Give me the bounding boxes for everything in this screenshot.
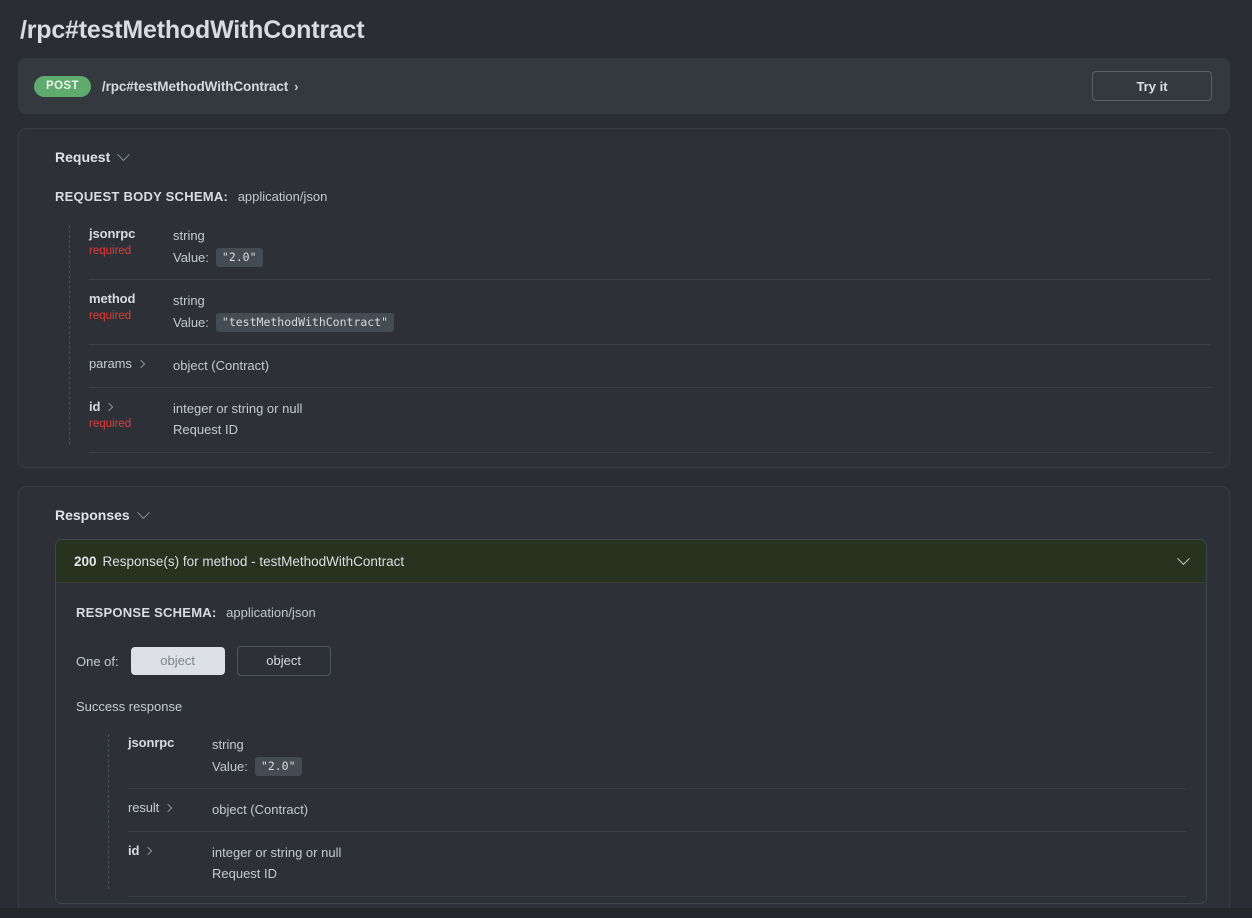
field-name-cell: jsonrpc required bbox=[89, 225, 173, 257]
table-row[interactable]: result object (Contract) bbox=[128, 789, 1186, 832]
status-text: Response(s) for method - testMethodWithC… bbox=[102, 553, 405, 569]
chevron-right-icon[interactable] bbox=[144, 846, 153, 856]
response-status-bar[interactable]: 200 Response(s) for method - testMethodW… bbox=[56, 540, 1206, 583]
field-name-cell[interactable]: id required bbox=[89, 398, 173, 430]
field-body: object (Contract) bbox=[212, 799, 1186, 819]
field-required: required bbox=[89, 418, 132, 430]
request-fields: jsonrpc required string Value: "2.0" met… bbox=[69, 221, 1211, 453]
endpoint-bar: POST /rpc#testMethodWithContract › Try i… bbox=[18, 58, 1230, 114]
table-row[interactable]: id required integer or string or null Re… bbox=[89, 388, 1211, 453]
field-name: params bbox=[89, 356, 132, 371]
field-value-line: Value: "testMethodWithContract" bbox=[173, 313, 1211, 332]
field-name-cell[interactable]: result bbox=[128, 799, 212, 817]
table-row[interactable]: id integer or string or null Request ID bbox=[128, 832, 1186, 897]
response-schema-label: RESPONSE SCHEMA: bbox=[76, 605, 217, 620]
request-schema-value: application/json bbox=[237, 189, 328, 204]
response-200-block: 200 Response(s) for method - testMethodW… bbox=[55, 539, 1207, 904]
field-name: jsonrpc bbox=[128, 735, 175, 750]
endpoint-path: /rpc#testMethodWithContract bbox=[101, 78, 289, 94]
request-card: Request REQUEST BODY SCHEMA: application… bbox=[18, 128, 1230, 468]
chevron-right-icon[interactable] bbox=[105, 402, 114, 412]
responses-card: Responses 200 Response(s) for method - t… bbox=[18, 486, 1230, 918]
page-title: /rpc#testMethodWithContract bbox=[20, 16, 365, 44]
api-doc-page: /rpc#testMethodWithContract POST /rpc#te… bbox=[0, 0, 1252, 918]
try-it-button[interactable]: Try it bbox=[1092, 71, 1212, 101]
field-type: integer or string or null bbox=[212, 845, 342, 860]
field-value-line: Value: "2.0" bbox=[173, 248, 1211, 267]
field-body: object (Contract) bbox=[173, 355, 1211, 375]
chevron-down-icon[interactable] bbox=[1177, 551, 1190, 565]
response-description: Success response bbox=[76, 699, 183, 714]
field-name: jsonrpc bbox=[89, 226, 136, 241]
field-type: string bbox=[173, 293, 205, 308]
field-value-label: Value: bbox=[173, 315, 209, 330]
chevron-right-icon[interactable] bbox=[136, 359, 145, 369]
bottom-strip bbox=[0, 908, 1252, 918]
field-value-label: Value: bbox=[173, 250, 209, 265]
field-body: string Value: "2.0" bbox=[212, 734, 1186, 776]
one-of-tab-1[interactable]: object bbox=[236, 646, 331, 676]
field-value-line: Value: "2.0" bbox=[212, 757, 1186, 776]
response-fields: jsonrpc string Value: "2.0" result objec… bbox=[108, 730, 1186, 897]
field-value-chip: "2.0" bbox=[215, 248, 263, 267]
one-of-selector: One of: object object bbox=[76, 646, 1186, 676]
status-code: 200 bbox=[74, 553, 97, 569]
field-name: id bbox=[128, 843, 140, 858]
one-of-tab-0[interactable]: object bbox=[130, 647, 225, 675]
chevron-right-icon[interactable] bbox=[163, 803, 173, 813]
chevron-down-icon[interactable] bbox=[117, 147, 131, 161]
field-name-cell: method required bbox=[89, 290, 173, 322]
field-name-cell[interactable]: id bbox=[128, 842, 212, 860]
field-required: required bbox=[89, 245, 132, 257]
chevron-right-icon[interactable]: › bbox=[294, 79, 298, 94]
request-schema-label: REQUEST BODY SCHEMA: bbox=[55, 189, 229, 204]
http-method-badge: POST bbox=[34, 75, 91, 97]
field-body: string Value: "2.0" bbox=[173, 225, 1211, 267]
field-type: string bbox=[173, 228, 205, 243]
request-section-label: Request bbox=[55, 149, 111, 165]
field-type: object (Contract) bbox=[212, 802, 309, 817]
table-row: jsonrpc string Value: "2.0" bbox=[128, 730, 1186, 789]
field-body: integer or string or null Request ID bbox=[212, 842, 1186, 884]
chevron-down-icon[interactable] bbox=[136, 505, 150, 519]
field-value-label: Value: bbox=[212, 759, 248, 774]
field-value-chip: "2.0" bbox=[254, 757, 302, 776]
one-of-label: One of: bbox=[76, 653, 119, 669]
field-name-cell[interactable]: params bbox=[89, 355, 173, 373]
field-description: Request ID bbox=[173, 422, 239, 437]
field-description: Request ID bbox=[212, 866, 278, 881]
field-body: integer or string or null Request ID bbox=[173, 398, 1211, 440]
field-value-chip: "testMethodWithContract" bbox=[215, 313, 395, 332]
field-body: string Value: "testMethodWithContract" bbox=[173, 290, 1211, 332]
field-type: object (Contract) bbox=[173, 358, 270, 373]
request-schema-line: REQUEST BODY SCHEMA: application/json bbox=[37, 165, 1211, 204]
field-required: required bbox=[89, 310, 132, 322]
field-type: string bbox=[212, 737, 244, 752]
responses-section-header[interactable]: Responses bbox=[37, 503, 1211, 523]
response-body: RESPONSE SCHEMA: application/json One of… bbox=[56, 583, 1206, 903]
response-schema-value: application/json bbox=[226, 605, 316, 620]
field-type: integer or string or null bbox=[173, 401, 303, 416]
table-row: method required string Value: "testMetho… bbox=[89, 280, 1211, 345]
field-name: method bbox=[89, 291, 136, 306]
field-name-cell: jsonrpc bbox=[128, 734, 212, 752]
field-name: id bbox=[89, 399, 101, 414]
table-row[interactable]: params object (Contract) bbox=[89, 345, 1211, 388]
field-name: result bbox=[128, 800, 160, 815]
table-row: jsonrpc required string Value: "2.0" bbox=[89, 221, 1211, 280]
request-section-header[interactable]: Request bbox=[37, 145, 1211, 165]
responses-section-label: Responses bbox=[55, 507, 130, 523]
response-schema-line: RESPONSE SCHEMA: application/json bbox=[76, 605, 1186, 620]
